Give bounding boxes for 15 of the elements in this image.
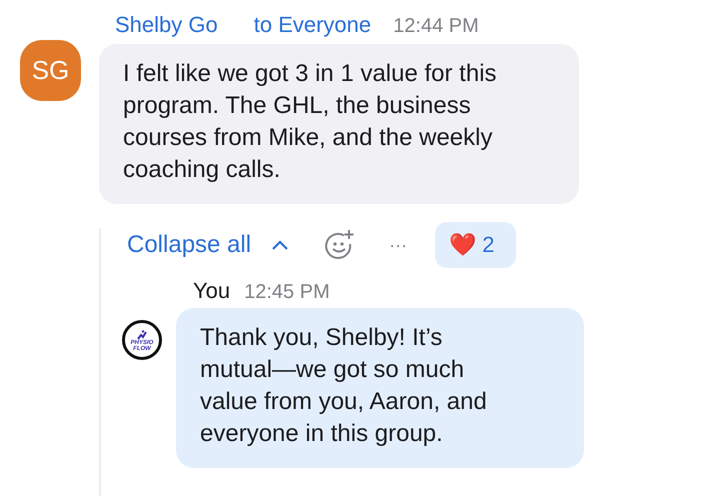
more-button[interactable]: ··· [389, 234, 408, 256]
chevron-up-icon [271, 240, 290, 250]
message-bubble: I felt like we got 3 in 1 value for this program. The GHL, the business courses from Mike, and the weekly coaching calls. [99, 44, 579, 204]
audience-label: to Everyone [254, 12, 372, 38]
user-avatar: SG [20, 40, 81, 101]
message-time: 12:44 PM [393, 15, 479, 38]
message-time: 12:45 PM [244, 281, 330, 304]
sender-name: Shelby Go [115, 12, 218, 38]
runner-icon [135, 330, 149, 340]
sender-name: You [193, 278, 230, 304]
reaction-button[interactable]: ❤ 2 [435, 222, 516, 268]
add-reaction-button[interactable] [323, 229, 356, 261]
smiley-plus-icon [323, 229, 356, 261]
message-bubble: Thank you, Shelby! It’s mutual—we got so much value from you, Aaron, and everyone in this group. [176, 308, 584, 468]
collapse-all-button[interactable]: Collapse all [127, 231, 290, 259]
